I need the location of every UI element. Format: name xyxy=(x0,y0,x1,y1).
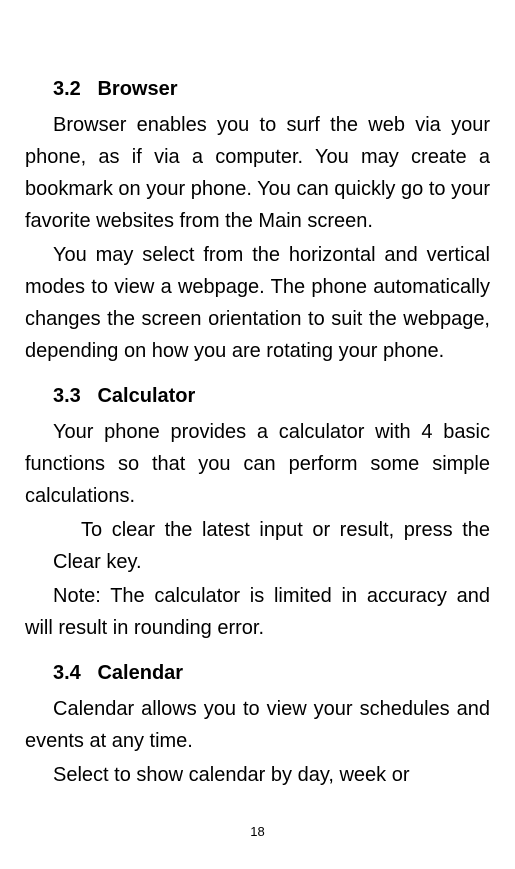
section-number: 3.3 xyxy=(53,385,81,407)
body-paragraph-indented: To clear the latest input or result, pre… xyxy=(25,514,490,578)
body-paragraph: You may select from the horizontal and v… xyxy=(25,239,490,367)
body-paragraph: Note: The calculator is limited in accur… xyxy=(25,580,490,644)
page-number: 18 xyxy=(0,824,515,839)
section-heading-calendar: 3.4 Calendar xyxy=(25,662,490,685)
section-title: Calendar xyxy=(97,662,183,684)
body-paragraph: Select to show calendar by day, week or xyxy=(25,759,490,791)
section-title: Browser xyxy=(97,78,177,100)
body-paragraph: Your phone provides a calculator with 4 … xyxy=(25,416,490,512)
section-number: 3.4 xyxy=(53,662,81,684)
body-paragraph: Calendar allows you to view your schedul… xyxy=(25,693,490,757)
body-paragraph: Browser enables you to surf the web via … xyxy=(25,109,490,237)
section-title: Calculator xyxy=(97,385,195,407)
section-heading-browser: 3.2 Browser xyxy=(25,78,490,101)
section-heading-calculator: 3.3 Calculator xyxy=(25,385,490,408)
section-number: 3.2 xyxy=(53,78,81,100)
